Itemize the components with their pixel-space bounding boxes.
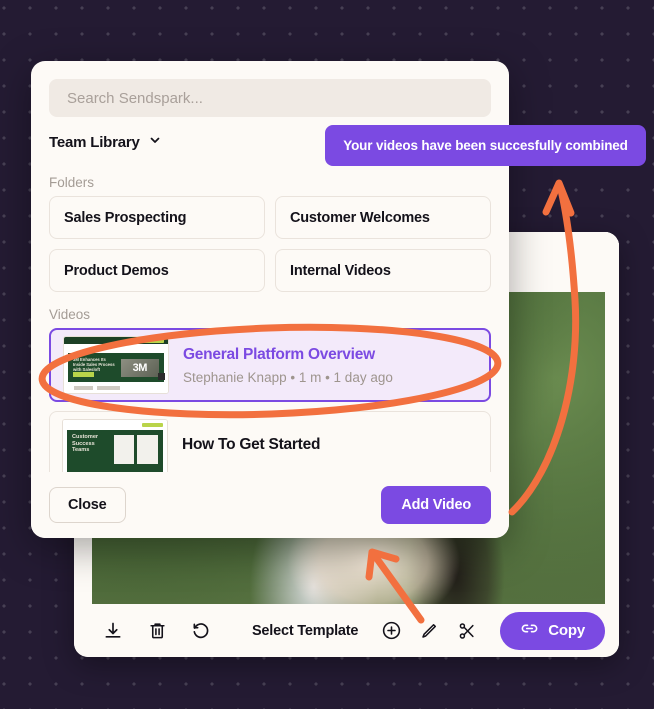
modal-footer: Close Add Video [31,472,509,538]
add-video-button[interactable]: Add Video [381,486,491,524]
library-selector[interactable]: Team Library [49,133,162,151]
video-letterbox-right [605,232,619,604]
scissors-icon[interactable] [456,620,478,642]
video-meta: How To Get Started [182,436,320,460]
list-item[interactable]: Customer Success Teams How To Get Starte… [49,411,491,478]
video-title: General Platform Overview [183,345,375,363]
video-meta: General Platform Overview Stephanie Knap… [183,346,393,385]
folder-label: Sales Prospecting [64,209,187,226]
videos-section-label: Videos [49,307,91,322]
copy-button-label: Copy [548,622,585,639]
video-title: How To Get Started [182,436,321,453]
folders-section-label: Folders [49,175,95,190]
download-icon[interactable] [102,620,124,642]
toast-message: Your videos have been succesfully combin… [343,138,628,153]
search-input[interactable] [49,79,491,117]
videos-list: 3M Enhances Its Inside Sales Process wit… [49,328,491,478]
video-thumbnail: Customer Success Teams [62,419,168,477]
screenshot-root: Select Template Copy Search Sendspark...… [0,0,654,709]
folders-grid: Sales Prospecting Customer Welcomes Prod… [49,196,491,292]
toast-notification: Your videos have been succesfully combin… [325,125,646,166]
video-subtitle: Stephanie Knapp • 1 m • 1 day ago [183,369,393,385]
undo-icon[interactable] [190,620,212,642]
folder-label: Product Demos [64,262,169,279]
select-template-button[interactable]: Select Template [252,623,359,639]
copy-button[interactable]: Copy [500,611,605,650]
annotation-arrowhead-to-toast [542,179,575,217]
chevron-down-icon [148,133,162,151]
pencil-icon[interactable] [418,620,440,642]
folder-item-internal-videos[interactable]: Internal Videos [275,249,491,292]
player-toolbar-right: Select Template Copy [252,611,605,650]
close-button[interactable]: Close [49,487,126,523]
library-selector-label: Team Library [49,133,140,151]
plus-circle-icon[interactable] [380,620,402,642]
link-icon [520,619,539,642]
folder-label: Customer Welcomes [290,209,430,226]
thumbnail-badge: 3M [132,361,148,374]
trash-icon[interactable] [146,620,168,642]
player-toolbar: Select Template Copy [74,604,619,657]
folder-item-sales-prospecting[interactable]: Sales Prospecting [49,196,265,239]
video-thumbnail: 3M Enhances Its Inside Sales Process wit… [63,336,169,394]
player-toolbar-left [102,620,212,642]
folder-item-product-demos[interactable]: Product Demos [49,249,265,292]
folder-item-customer-welcomes[interactable]: Customer Welcomes [275,196,491,239]
thumbnail-headline: 3M Enhances Its Inside Sales Process wit… [73,357,115,373]
list-item[interactable]: 3M Enhances Its Inside Sales Process wit… [49,328,491,402]
folder-label: Internal Videos [290,262,391,279]
thumbnail-headline: Customer Success Teams [72,434,99,454]
